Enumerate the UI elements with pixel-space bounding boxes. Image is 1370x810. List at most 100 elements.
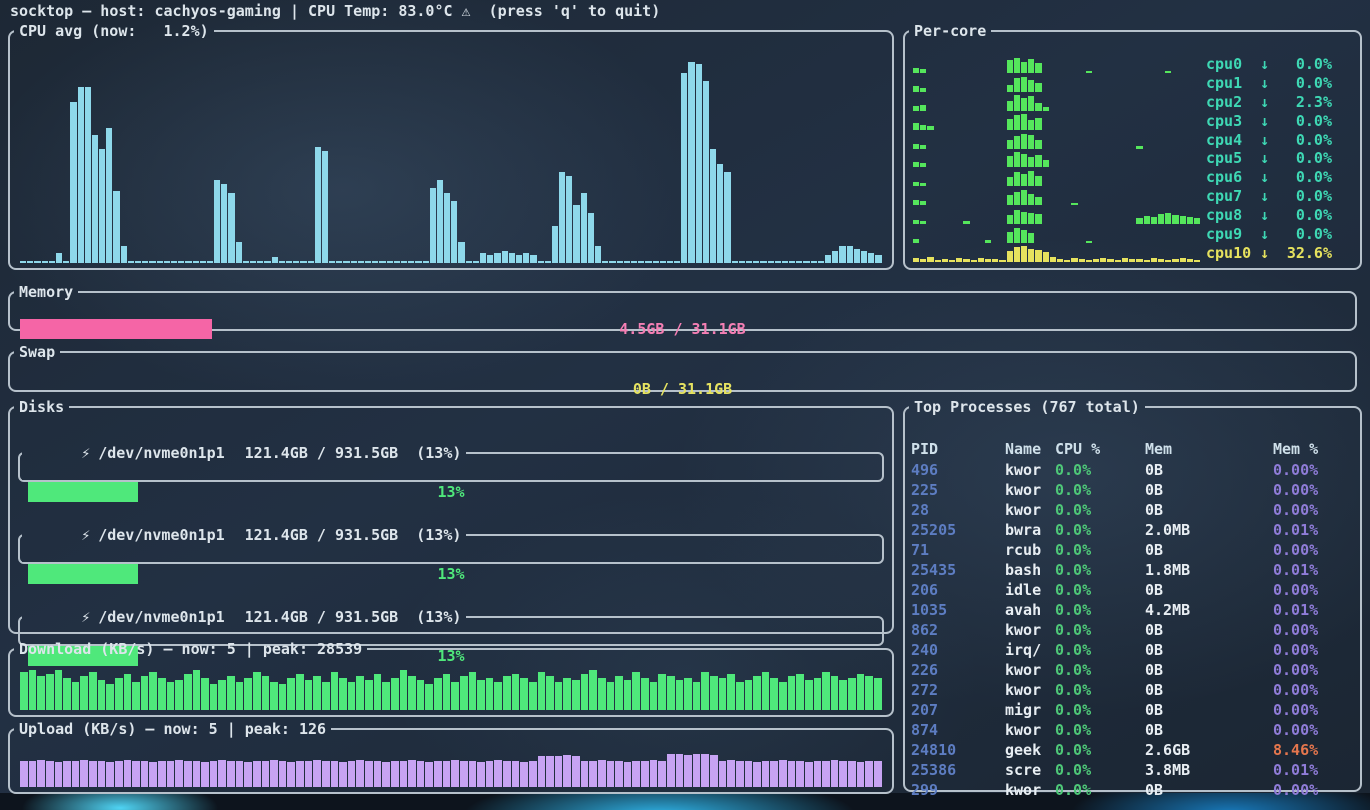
disk-usage: 121.4GB / 931.5GB (13%) <box>245 608 462 626</box>
bar <box>437 180 443 263</box>
bar <box>408 261 414 263</box>
bar <box>382 762 390 787</box>
disk-legend: ⚡/dev/nvme0n1p1121.4GB / 931.5GB (13%) <box>22 590 466 644</box>
process-mem-percent: 0.01% <box>1273 560 1360 580</box>
table-row: 206 idle 0.0% 0B 0.00% <box>911 580 1354 600</box>
bar <box>1007 156 1013 168</box>
table-row: 862 kwor 0.0% 0B 0.00% <box>911 620 1354 640</box>
bar <box>512 674 520 710</box>
bar <box>1028 157 1034 168</box>
process-name: kwor <box>1005 480 1055 500</box>
bar <box>98 761 106 787</box>
bar <box>1187 217 1193 224</box>
bar <box>788 676 796 710</box>
process-name: geek <box>1005 740 1055 760</box>
core-sparkline <box>913 206 1200 224</box>
process-mem-percent: 0.00% <box>1273 580 1360 600</box>
core-label: cpu5 <box>1206 149 1254 167</box>
bar <box>158 678 166 710</box>
bar <box>874 678 882 710</box>
process-cpu-percent: 0.0% <box>1055 700 1145 720</box>
bar <box>287 678 295 710</box>
memory-panel: Memory 4.5GB / 31.1GB <box>8 283 1357 331</box>
bar <box>847 246 853 263</box>
bar <box>72 682 80 710</box>
bar <box>745 680 753 710</box>
bar <box>660 261 666 263</box>
down-arrow-icon: ↓ <box>1260 206 1274 224</box>
bar <box>1194 260 1200 262</box>
process-pid: 25386 <box>911 760 1005 780</box>
bar <box>789 261 795 263</box>
core-value: 0.0% <box>1280 168 1332 186</box>
bar <box>218 680 226 710</box>
bar <box>1028 120 1034 130</box>
bar <box>762 672 770 710</box>
disk-percent-label: 13% <box>28 564 874 584</box>
bar <box>158 761 166 787</box>
bar <box>985 259 991 262</box>
bar <box>1035 250 1041 262</box>
bar <box>1014 172 1020 186</box>
bar <box>167 682 175 710</box>
bar <box>978 258 984 262</box>
bar <box>469 761 477 787</box>
bar <box>563 755 571 787</box>
bar <box>434 761 442 787</box>
process-mem: 0B <box>1145 780 1273 800</box>
core-value: 0.0% <box>1280 131 1332 149</box>
bar <box>329 261 335 263</box>
bar <box>85 87 91 263</box>
cpu-history-chart <box>20 56 882 263</box>
bar <box>466 261 472 263</box>
bar <box>942 259 948 262</box>
bar <box>563 678 571 710</box>
process-mem: 3.8MB <box>1145 760 1273 780</box>
bar <box>1021 174 1027 187</box>
bar <box>132 761 140 787</box>
bar <box>1050 257 1056 262</box>
bar <box>503 676 511 710</box>
bar <box>546 756 554 787</box>
process-pid: 24810 <box>911 740 1005 760</box>
proc-header-pid: PID <box>911 440 1005 460</box>
bar <box>710 149 716 263</box>
bar <box>1035 83 1041 92</box>
bar <box>796 261 802 263</box>
process-cpu-percent: 0.0% <box>1055 780 1145 800</box>
bar <box>1151 217 1157 224</box>
bar <box>920 259 926 262</box>
bar <box>469 672 477 710</box>
process-cpu-percent: 0.0% <box>1055 480 1145 500</box>
bar <box>227 761 235 787</box>
bar <box>135 261 141 263</box>
down-arrow-icon: ↓ <box>1260 112 1274 130</box>
bar <box>736 682 744 710</box>
down-arrow-icon: ↓ <box>1260 149 1274 167</box>
bar <box>365 261 371 263</box>
bar <box>779 682 787 710</box>
bar <box>581 761 589 787</box>
down-arrow-icon: ↓ <box>1260 168 1274 186</box>
bar <box>250 261 256 263</box>
bar <box>538 261 544 263</box>
bar <box>641 761 649 787</box>
bar <box>1014 152 1020 167</box>
bar <box>746 261 752 263</box>
bar <box>516 255 522 263</box>
process-mem-percent: 0.00% <box>1273 720 1360 740</box>
process-name: scre <box>1005 760 1055 780</box>
terminal-screen[interactable]: socktop — host: cachyos-gaming | CPU Tem… <box>0 0 1370 793</box>
bar <box>1035 214 1041 224</box>
bar <box>559 172 565 263</box>
bar <box>760 261 766 263</box>
process-name: bash <box>1005 560 1055 580</box>
bar <box>581 674 589 710</box>
per-core-panel: Per-core cpu0 ↓ 0.0% cpu1 ↓ 0.0% cpu2 ↓ … <box>903 22 1362 270</box>
process-name: avah <box>1005 600 1055 620</box>
bar <box>193 670 201 710</box>
disk-usage: 121.4GB / 931.5GB (13%) <box>245 526 462 544</box>
bar <box>1021 62 1027 73</box>
process-pid: 206 <box>911 580 1005 600</box>
process-mem-percent: 0.00% <box>1273 480 1360 500</box>
